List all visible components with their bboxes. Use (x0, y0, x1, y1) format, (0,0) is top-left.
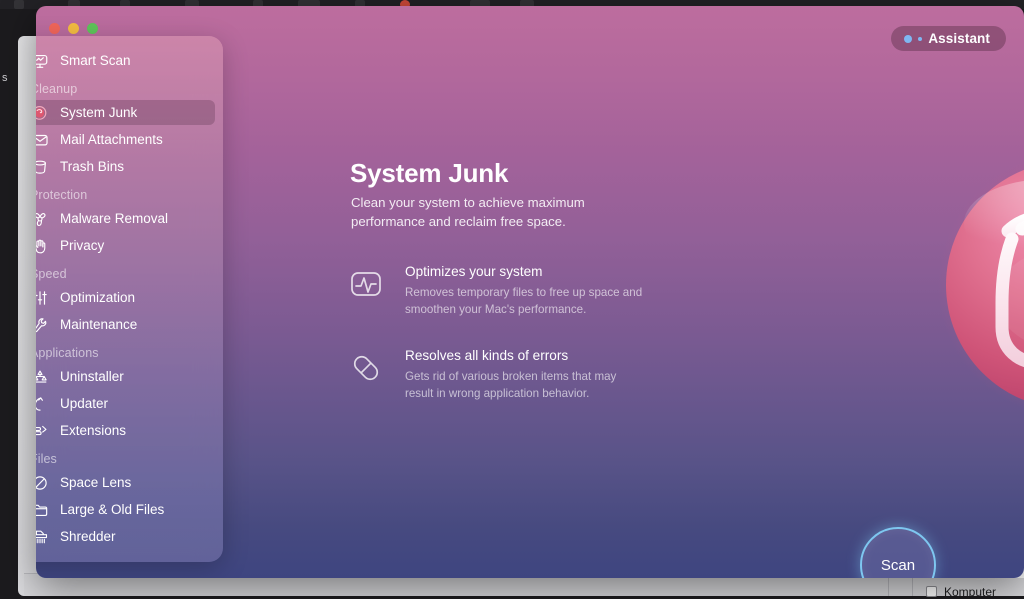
komputer-label: Komputer (944, 585, 996, 599)
sidebar-item-mail-attachments[interactable]: Mail Attachments (36, 127, 215, 152)
smart-scan-icon (36, 51, 49, 70)
sidebar-item-label: Trash Bins (60, 159, 124, 174)
shredder-icon (36, 527, 49, 546)
sidebar-item-system-junk[interactable]: System Junk (36, 100, 215, 125)
system-junk-orb (936, 151, 1024, 419)
extensions-icon (36, 421, 49, 440)
sidebar-group-applications: Uninstaller Updater (36, 364, 223, 443)
sidebar-item-large-and-old-files[interactable]: Large & Old Files (36, 497, 215, 522)
minimize-button[interactable] (68, 23, 79, 34)
sidebar-item-label: Malware Removal (60, 211, 168, 226)
sidebar-group-cleanup-label: Cleanup (36, 73, 223, 100)
sidebar-item-label: Uninstaller (60, 369, 124, 384)
sidebar-group-protection-label: Protection (36, 179, 223, 206)
sidebar-group-speed-label: Speed (36, 258, 223, 285)
sidebar-item-malware-removal[interactable]: Malware Removal (36, 206, 215, 231)
sidebar-item-label: Extensions (60, 423, 126, 438)
sidebar-item-label: Maintenance (60, 317, 137, 332)
sidebar-item-label: Space Lens (60, 475, 131, 490)
sidebar-group-cleanup: System Junk Mail Attachments (36, 100, 223, 179)
capsule-icon (346, 348, 386, 388)
hand-icon (36, 236, 49, 255)
sidebar-group-applications-label: Applications (36, 337, 223, 364)
sidebar-item-privacy[interactable]: Privacy (36, 233, 215, 258)
sidebar-item-label: Smart Scan (60, 53, 131, 68)
feature-title: Resolves all kinds of errors (405, 348, 645, 363)
sidebar-group-files-label: Files (36, 443, 223, 470)
mail-icon (36, 130, 49, 149)
toolbar-ghost-icon[interactable] (14, 0, 24, 9)
scan-button[interactable]: Scan (860, 527, 936, 578)
wrench-icon (36, 315, 49, 334)
scan-button-label: Scan (881, 557, 915, 574)
window-traffic-lights (49, 23, 98, 34)
background-column-divider (912, 576, 913, 596)
sidebar-item-label: System Junk (60, 105, 137, 120)
sidebar-item-smart-scan[interactable]: Smart Scan (36, 48, 215, 73)
sidebar: Smart Scan Cleanup System Junk (36, 36, 223, 562)
sidebar-group-protection: Malware Removal Privacy (36, 206, 223, 258)
background-column-divider (888, 576, 889, 596)
sidebar-item-label: Large & Old Files (60, 502, 164, 517)
feature-description: Gets rid of various broken items that ma… (405, 369, 645, 403)
space-lens-icon (36, 473, 49, 492)
sidebar-item-label: Privacy (60, 238, 104, 253)
sidebar-item-label: Updater (60, 396, 108, 411)
background-left-text: s (2, 72, 8, 84)
sidebar-item-shredder[interactable]: Shredder (36, 524, 215, 549)
sidebar-item-space-lens[interactable]: Space Lens (36, 470, 215, 495)
folder-icon (36, 500, 49, 519)
trash-icon (36, 157, 49, 176)
sidebar-item-extensions[interactable]: Extensions (36, 418, 215, 443)
sidebar-item-trash-bins[interactable]: Trash Bins (36, 154, 215, 179)
updater-icon (36, 394, 49, 413)
main-content: System Junk Clean your system to achieve… (316, 6, 1024, 578)
system-junk-icon (36, 103, 49, 122)
sidebar-item-label: Optimization (60, 290, 135, 305)
sidebar-group-files: Space Lens Large & Old Files (36, 470, 223, 549)
feature-row: Resolves all kinds of errors Gets rid of… (346, 348, 676, 403)
close-button[interactable] (49, 23, 60, 34)
feature-row: Optimizes your system Removes temporary … (346, 264, 676, 319)
uninstaller-icon (36, 367, 49, 386)
sidebar-item-optimization[interactable]: Optimization (36, 285, 215, 310)
page-title: System Junk (350, 158, 508, 189)
sidebar-group-speed: Optimization Maintenance (36, 285, 223, 337)
sidebar-item-uninstaller[interactable]: Uninstaller (36, 364, 215, 389)
komputer-checkbox[interactable] (926, 586, 937, 597)
sidebar-item-maintenance[interactable]: Maintenance (36, 312, 215, 337)
sidebar-item-label: Mail Attachments (60, 132, 163, 147)
biohazard-icon (36, 209, 49, 228)
feature-description: Removes temporary files to free up space… (405, 285, 645, 319)
sidebar-top-group: Smart Scan (36, 48, 223, 73)
feature-title: Optimizes your system (405, 264, 645, 279)
sidebar-item-label: Shredder (60, 529, 116, 544)
cleanmymac-window: Assistant System Junk Clean your system … (36, 6, 1024, 578)
pulse-square-icon (346, 264, 386, 304)
desktop-background: Komputer d c lia al s E s Assista (0, 0, 1024, 596)
sliders-icon (36, 288, 49, 307)
sidebar-item-updater[interactable]: Updater (36, 391, 215, 416)
page-subtitle: Clean your system to achieve maximum per… (351, 194, 661, 231)
maximize-button[interactable] (87, 23, 98, 34)
